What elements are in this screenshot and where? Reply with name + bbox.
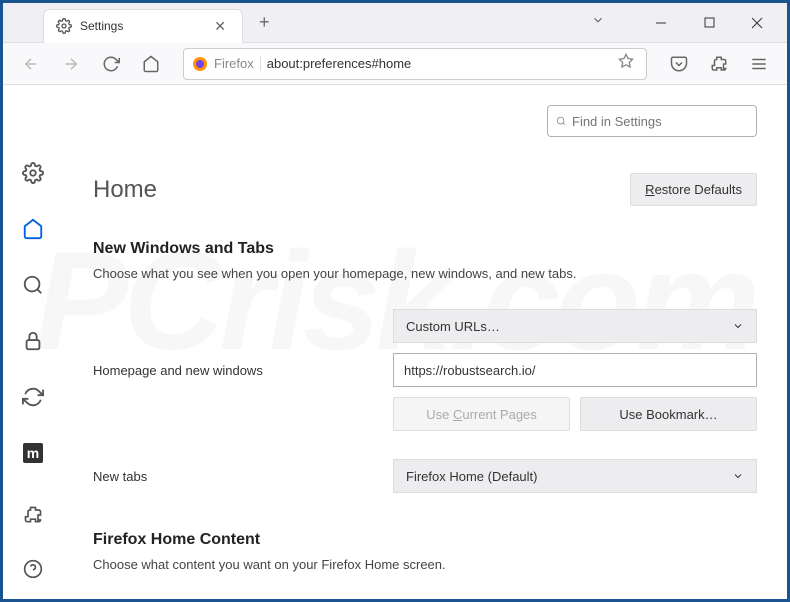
toolbar: Firefox about:preferences#home	[3, 43, 787, 85]
sidebar: m	[3, 85, 63, 599]
urlbar-text: about:preferences#home	[267, 56, 614, 71]
sidebar-item-search[interactable]	[15, 267, 51, 303]
newtabs-select[interactable]: Firefox Home (Default)	[393, 459, 757, 493]
gear-icon	[56, 18, 72, 34]
use-bookmark-button[interactable]: Use Bookmark…	[580, 397, 757, 431]
tab-settings[interactable]: Settings ✕	[43, 9, 243, 43]
tab-title: Settings	[80, 19, 210, 33]
titlebar: Settings ✕ +	[3, 3, 787, 43]
close-button[interactable]	[735, 8, 779, 38]
section-desc-home-content: Choose what content you want on your Fir…	[93, 557, 757, 572]
sidebar-item-extensions[interactable]	[15, 497, 51, 533]
use-current-pages-button: Use Current Pages	[393, 397, 570, 431]
urlbar-prefix: Firefox	[214, 56, 261, 71]
back-button[interactable]	[15, 48, 47, 80]
maximize-button[interactable]	[687, 8, 731, 38]
tab-close-icon[interactable]: ✕	[210, 16, 230, 37]
minimize-button[interactable]	[639, 8, 683, 38]
sidebar-item-privacy[interactable]	[15, 323, 51, 359]
forward-button[interactable]	[55, 48, 87, 80]
home-button[interactable]	[135, 48, 167, 80]
sidebar-item-sync[interactable]	[15, 379, 51, 415]
sidebar-item-general[interactable]	[15, 155, 51, 191]
restore-defaults-button[interactable]: Restore Defaults	[630, 173, 757, 206]
bookmark-star-icon[interactable]	[614, 49, 638, 78]
chevron-down-icon	[732, 320, 744, 332]
settings-search-field[interactable]	[572, 114, 748, 129]
section-title-windows-tabs: New Windows and Tabs	[93, 240, 757, 258]
homepage-label: Homepage and new windows	[93, 363, 393, 378]
tabs-dropdown-button[interactable]	[591, 13, 605, 32]
sidebar-item-more[interactable]: m	[15, 435, 51, 471]
chevron-down-icon	[732, 470, 744, 482]
homepage-mode-value: Custom URLs…	[406, 319, 500, 334]
page-title: Home	[93, 176, 157, 204]
search-icon	[556, 114, 566, 128]
main-content: Home Restore Defaults New Windows and Ta…	[63, 85, 787, 599]
sidebar-item-help[interactable]	[15, 551, 51, 587]
new-tab-button[interactable]: +	[251, 8, 278, 37]
reload-button[interactable]	[95, 48, 127, 80]
pocket-button[interactable]	[663, 48, 695, 80]
newtabs-label: New tabs	[93, 469, 393, 484]
app-menu-button[interactable]	[743, 48, 775, 80]
homepage-url-input[interactable]	[393, 353, 757, 387]
settings-search-input[interactable]	[547, 105, 757, 137]
homepage-mode-select[interactable]: Custom URLs…	[393, 309, 757, 343]
section-desc-windows-tabs: Choose what you see when you open your h…	[93, 266, 757, 281]
firefox-icon	[192, 56, 208, 72]
section-title-home-content: Firefox Home Content	[93, 531, 757, 549]
svg-text:m: m	[27, 445, 39, 461]
sidebar-item-home[interactable]	[15, 211, 51, 247]
extensions-button[interactable]	[703, 48, 735, 80]
newtabs-value: Firefox Home (Default)	[406, 469, 537, 484]
url-bar[interactable]: Firefox about:preferences#home	[183, 48, 647, 80]
